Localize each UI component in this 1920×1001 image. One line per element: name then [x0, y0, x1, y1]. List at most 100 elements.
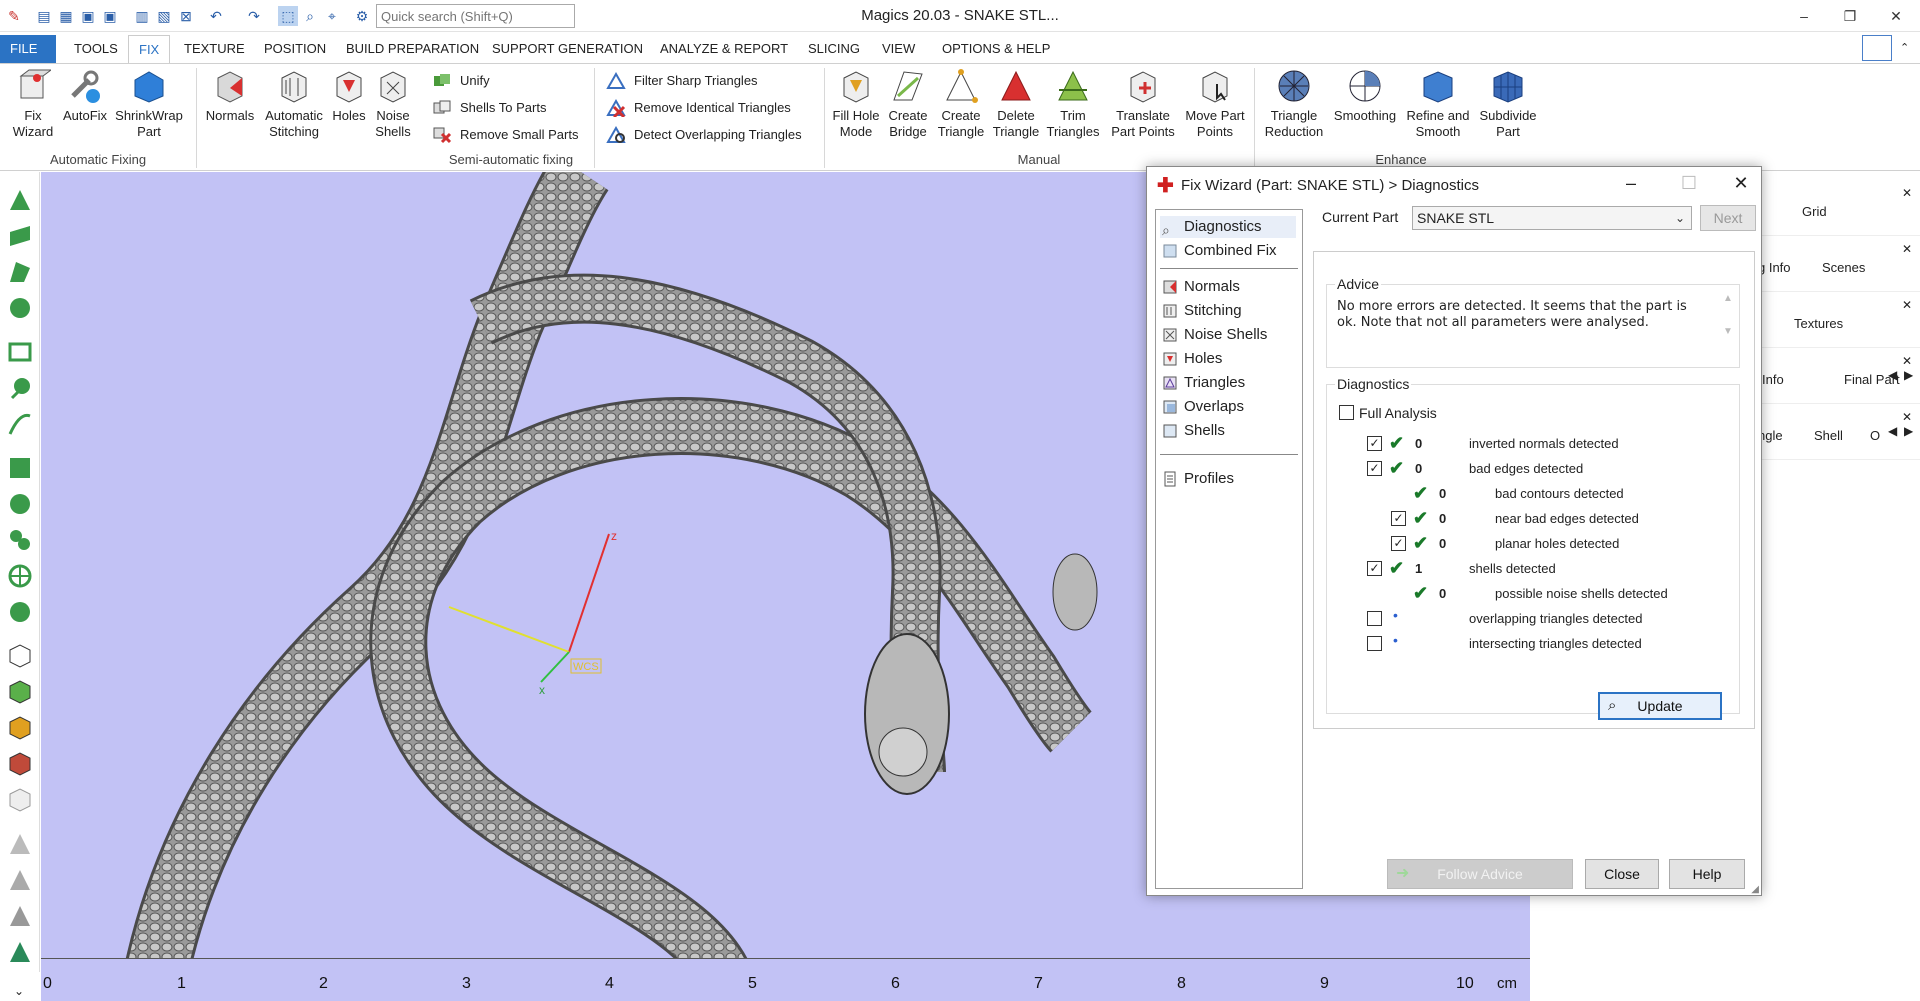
select-mode-icon[interactable]: ⬚ [278, 6, 298, 26]
nav-holes[interactable]: Holes [1160, 348, 1222, 370]
tab-support-generation[interactable]: SUPPORT GENERATION [482, 35, 653, 63]
mark-wheel-icon[interactable] [6, 562, 34, 590]
filter-sharp-triangles-button[interactable]: Filter Sharp Triangles [604, 70, 758, 92]
nav-profiles[interactable]: Profiles [1160, 468, 1234, 490]
zoom-fit-icon[interactable]: ⌖ [322, 6, 342, 26]
tab-file[interactable]: FILE [0, 35, 56, 63]
fill-hole-mode-button[interactable]: Fill Hole Mode [832, 68, 880, 140]
refine-and-smooth-button[interactable]: Refine and Smooth [1402, 68, 1474, 140]
select-triangle-icon[interactable] [6, 186, 34, 214]
remove-identical-triangles-button[interactable]: Remove Identical Triangles [604, 97, 791, 119]
nav-stitching[interactable]: Stitching [1160, 300, 1242, 322]
panel-o-tab[interactable]: O [1870, 428, 1880, 443]
trim-triangles-button[interactable]: Trim Triangles [1046, 68, 1100, 140]
panel-shell-tab[interactable]: Shell [1814, 428, 1843, 443]
part-measure-icon[interactable] [6, 750, 34, 778]
tab-tools[interactable]: TOOLS [64, 35, 128, 63]
tab-build-preparation[interactable]: BUILD PREPARATION [336, 35, 489, 63]
part-box-icon[interactable] [6, 786, 34, 814]
export-icon[interactable]: ▧ [154, 6, 174, 26]
panel-info2-tab[interactable]: Info [1762, 372, 1784, 387]
part-select-icon[interactable] [6, 678, 34, 706]
chevron-left-icon[interactable]: ◀ [1888, 368, 1897, 382]
select-surface-icon[interactable] [6, 258, 34, 286]
inverted-normals-checkbox[interactable]: ✓ [1367, 436, 1382, 451]
near-bad-edges-checkbox[interactable]: ✓ [1391, 511, 1406, 526]
planar-holes-checkbox[interactable]: ✓ [1391, 536, 1406, 551]
close-icon[interactable]: ✕ [1876, 4, 1916, 28]
mark-flower-icon[interactable] [6, 526, 34, 554]
tab-texture[interactable]: TEXTURE [174, 35, 255, 63]
mark-curve-icon[interactable] [6, 410, 34, 438]
select-shell-icon[interactable] [6, 294, 34, 322]
select-plane-icon[interactable] [6, 222, 34, 250]
delete-triangle-button[interactable]: Delete Triangle [990, 68, 1042, 140]
nav-shells[interactable]: Shells [1160, 420, 1225, 442]
chevron-left-icon[interactable]: ◀ [1888, 424, 1897, 438]
collapse-ribbon-icon[interactable]: ⌃ [1900, 41, 1909, 54]
full-analysis-checkbox[interactable] [1339, 405, 1354, 420]
part-color-icon[interactable] [6, 714, 34, 742]
settings-icon[interactable]: ⚙ [352, 6, 372, 26]
panel-textures-tab[interactable]: Textures [1794, 316, 1843, 331]
overlapping-triangles-checkbox[interactable] [1367, 611, 1382, 626]
tab-view[interactable]: VIEW [872, 35, 925, 63]
tab-slicing[interactable]: SLICING [798, 35, 870, 63]
holes-button[interactable]: Holes [328, 68, 370, 124]
redo-icon[interactable]: ↷ [244, 6, 264, 26]
panel-grid-tab[interactable]: Grid [1802, 204, 1827, 219]
tab-analyze-report[interactable]: ANALYZE & REPORT [650, 35, 798, 63]
unify-button[interactable]: Unify [430, 70, 490, 92]
save-icon[interactable]: ▣ [78, 6, 98, 26]
advice-scrollbar[interactable]: ▲ ▼ [1721, 293, 1735, 349]
detect-overlapping-triangles-button[interactable]: Detect Overlapping Triangles [604, 124, 802, 146]
nav-diagnostics[interactable]: ⌕ Diagnostics [1160, 216, 1296, 238]
close-icon[interactable]: ✕ [1902, 298, 1912, 312]
toolbar-overflow-icon[interactable]: ⌄ [14, 984, 24, 998]
shells-checkbox[interactable]: ✓ [1367, 561, 1382, 576]
normals-button[interactable]: Normals [204, 68, 256, 124]
part-view-icon[interactable] [6, 642, 34, 670]
measure-angle-icon[interactable] [6, 866, 34, 894]
quick-search-input[interactable] [376, 4, 575, 28]
zoom-icon[interactable]: ⌕ [300, 6, 320, 26]
mark-wave-icon[interactable] [6, 454, 34, 482]
create-bridge-button[interactable]: Create Bridge [884, 68, 932, 140]
panel-scenes-tab[interactable]: Scenes [1822, 260, 1865, 275]
help-button[interactable]: Help [1669, 859, 1745, 889]
shrinkwrap-part-button[interactable]: ShrinkWrap Part [114, 68, 184, 140]
close-icon[interactable]: ✕ [1902, 242, 1912, 256]
shells-to-parts-button[interactable]: Shells To Parts [430, 97, 546, 119]
layout-icon[interactable] [1862, 35, 1892, 61]
subdivide-part-button[interactable]: Subdivide Part [1478, 68, 1538, 140]
measure-distance-icon[interactable] [6, 902, 34, 930]
tab-options-help[interactable]: OPTIONS & HELP [932, 35, 1060, 63]
triangle-reduction-button[interactable]: Triangle Reduction [1262, 68, 1326, 140]
nav-triangles[interactable]: Triangles [1160, 372, 1245, 394]
delete-part-icon[interactable]: ⊠ [176, 6, 196, 26]
chevron-right-icon[interactable]: ▶ [1904, 368, 1913, 382]
fix-wizard-button[interactable]: Fix Wizard [10, 68, 56, 140]
measure-radius-icon[interactable] [6, 938, 34, 966]
chevron-right-icon[interactable]: ▶ [1904, 424, 1913, 438]
remove-small-parts-button[interactable]: Remove Small Parts [430, 124, 578, 146]
mark-globe-icon[interactable] [6, 598, 34, 626]
close-icon[interactable]: ✕ [1902, 186, 1912, 200]
create-triangle-button[interactable]: Create Triangle [936, 68, 986, 140]
undo-icon[interactable]: ↶ [206, 6, 226, 26]
close-button[interactable]: Close [1585, 859, 1659, 889]
mark-brush-icon[interactable] [6, 490, 34, 518]
autofix-button[interactable]: AutoFix [60, 68, 110, 124]
panel-info-tab[interactable]: g Info [1758, 260, 1791, 275]
bad-edges-checkbox[interactable]: ✓ [1367, 461, 1382, 476]
minimize-icon[interactable]: – [1784, 4, 1824, 28]
import-icon[interactable]: ▥ [132, 6, 152, 26]
close-icon[interactable]: ✕ [1902, 410, 1912, 424]
noise-shells-button[interactable]: Noise Shells [372, 68, 414, 140]
automatic-stitching-button[interactable]: Automatic Stitching [262, 68, 326, 140]
close-icon[interactable]: ✕ [1723, 173, 1759, 197]
mark-rectangle-icon[interactable] [6, 338, 34, 366]
resize-grip-icon[interactable]: ◢ [1751, 884, 1759, 895]
mark-lasso-icon[interactable] [6, 374, 34, 402]
nav-overlaps[interactable]: Overlaps [1160, 396, 1244, 418]
